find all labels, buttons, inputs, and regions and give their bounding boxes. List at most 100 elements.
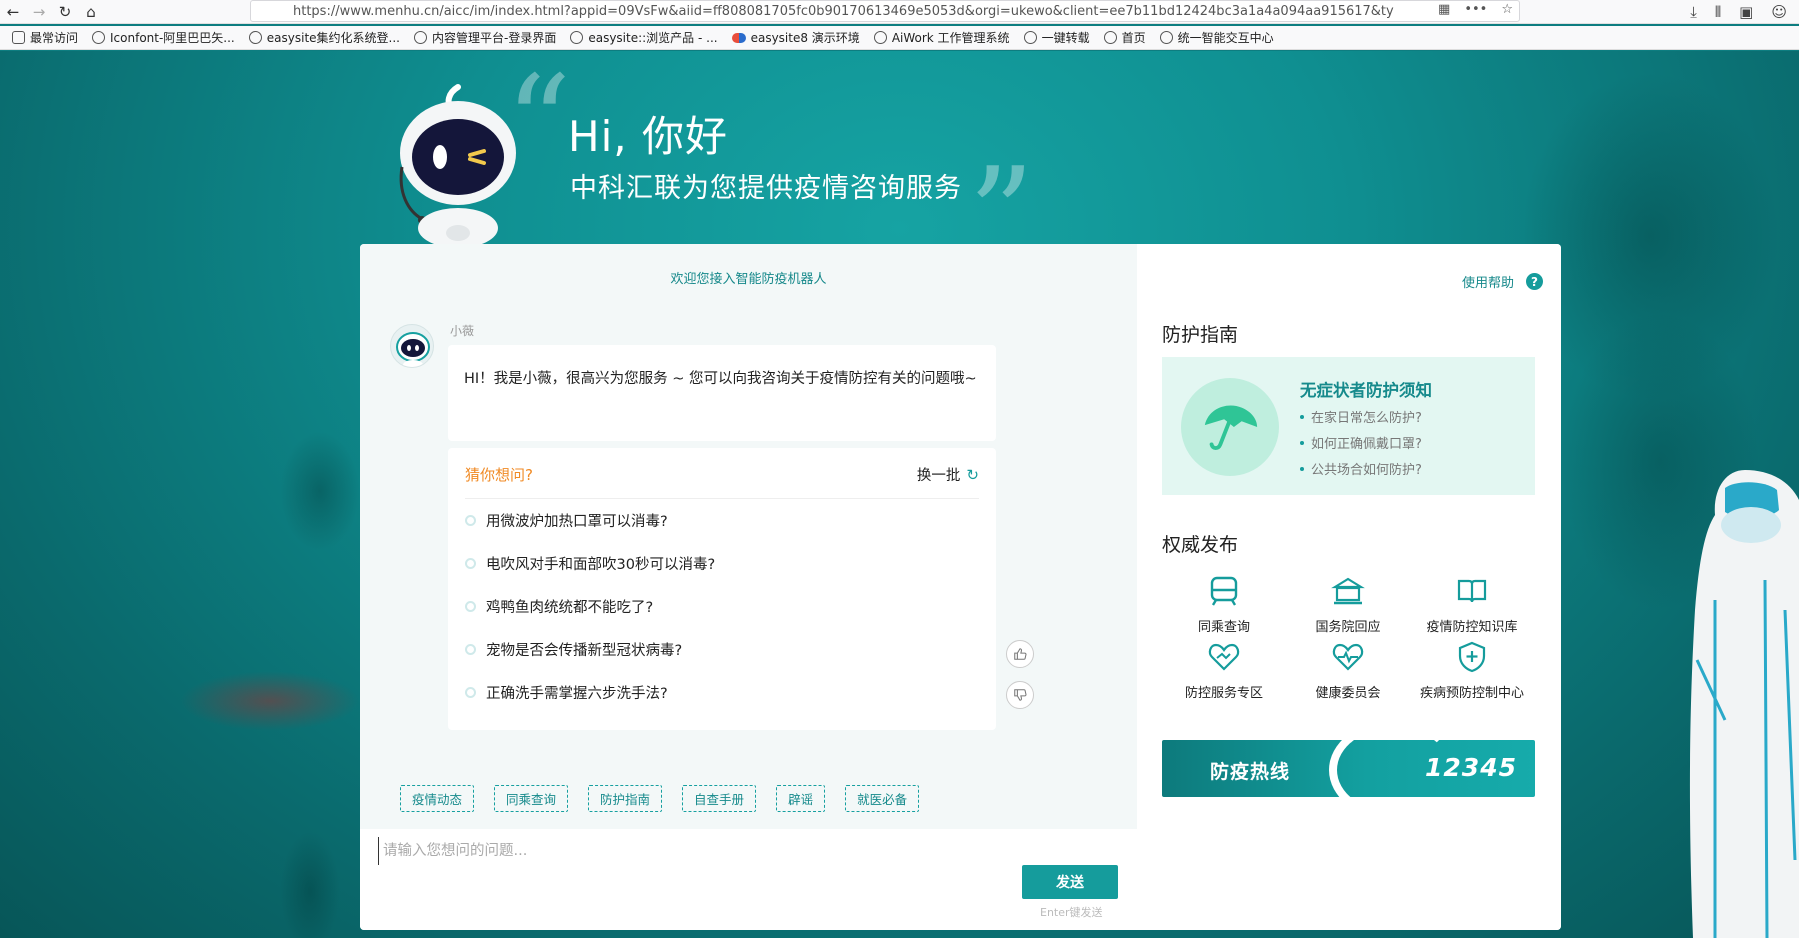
refresh-icon: ↻ [966,465,979,484]
authority-item-train[interactable]: 同乘查询 [1162,574,1286,635]
gear-icon [12,31,25,44]
send-hint: Enter键发送 [1040,906,1103,919]
quick-tags: 疫情动态 同乘查询 防护指南 自查手册 辟谣 就医必备 [400,785,920,812]
thumbs-down-button[interactable] [1006,681,1034,709]
forward-icon[interactable]: → [26,0,52,24]
qr-code-icon[interactable]: ▦ [1438,2,1450,17]
suggested-question[interactable]: 电吹风对手和面部吹30秒可以消毒? [465,553,715,574]
refresh-button[interactable]: 换一批 ↻ [917,464,979,485]
hotline-number: 12345 [1425,753,1517,782]
shield-plus-icon [1458,641,1486,673]
back-icon[interactable]: ← [0,0,26,24]
suggested-question[interactable]: 鸡鸭鱼肉统统都不能吃了? [465,596,653,617]
bookmark-item[interactable]: easysite8 演示环境 [731,29,860,46]
globe-icon [873,31,887,44]
bullet-ring-icon [465,515,476,526]
help-icon: ? [1526,273,1543,290]
quick-tag[interactable]: 自查手册 [682,785,757,812]
reload-icon[interactable]: ↻ [52,0,78,24]
quick-tag[interactable]: 就医必备 [845,785,920,812]
globe-icon [1023,31,1037,44]
quick-tag[interactable]: 防护指南 [588,785,663,812]
bot-avatar [390,324,434,368]
quote-open-icon: “ [505,47,572,199]
globe-icon [570,31,584,44]
building-icon [1331,577,1365,605]
background-texture [280,431,360,551]
hotline-banner[interactable]: 防疫热线 12345 [1162,740,1535,797]
globe-icon [248,31,262,44]
guide-link[interactable]: 公共场合如何防护? [1300,459,1422,478]
thumbs-up-button[interactable] [1006,640,1034,668]
star-icon[interactable]: ☆ [1501,2,1513,17]
library-icon[interactable]: ⫴ [1715,3,1721,21]
guide-card[interactable]: 无症状者防护须知 在家日常怎么防护? 如何正确佩戴口罩? 公共场合如何防护? [1162,357,1535,495]
welcome-text: 欢迎您接入智能防疫机器人 [670,272,827,287]
bullet-ring-icon [465,601,476,612]
browser-toolbar: ← → ↻ ⌂ https://www.menhu.cn/aicc/im/ind… [0,0,1799,24]
heart-pulse-icon [1332,643,1364,671]
bot-message: HI！我是小薇，很高兴为您服务 ~ 您可以向我咨询关于疫情防控有关的问题哦~ [448,345,996,441]
bookmark-item[interactable]: easysite集约化系统登... [248,29,400,46]
thumbs-up-icon [1014,648,1027,660]
background-texture [280,831,340,938]
quick-tag[interactable]: 同乘查询 [494,785,569,812]
send-button[interactable]: 发送 [1022,865,1118,899]
chat-panel: 欢迎您接入智能防疫机器人 小薇 HI！我是小薇，很高兴为您服务 ~ 您可以向我咨… [360,244,1561,930]
question-input[interactable] [378,837,1118,865]
handshake-heart-icon [1208,643,1240,671]
quick-tag[interactable]: 疫情动态 [400,785,475,812]
download-icon[interactable]: ⤓ [1690,3,1697,21]
background-red-text [180,671,360,731]
bullet-ring-icon [465,687,476,698]
guide-heading: 防护指南 [1162,324,1239,346]
help-link[interactable]: 使用帮助 ? [1462,272,1543,291]
suggested-questions-card: 猜你想问? 换一批 ↻ 用微波炉加热口罩可以消毒? 电吹风对手和面部吹30秒可以… [448,448,996,730]
train-icon [1210,576,1238,606]
authority-item-service-zone[interactable]: 防控服务专区 [1162,640,1286,701]
suggested-question[interactable]: 正确洗手需掌握六步洗手法? [465,682,668,703]
authority-item-health-commission[interactable]: 健康委员会 [1286,640,1410,701]
globe-icon [1159,31,1173,44]
address-bar[interactable]: https://www.menhu.cn/aicc/im/index.html?… [250,0,1520,22]
bookmark-item[interactable]: easysite::浏览产品 - ... [570,29,718,46]
authority-item-cdc[interactable]: 疾病预防控制中心 [1410,640,1534,701]
suggested-question[interactable]: 用微波炉加热口罩可以消毒? [465,510,668,531]
globe-icon [413,31,427,44]
authority-heading: 权威发布 [1162,534,1239,556]
quick-tag[interactable]: 辟谣 [776,785,826,812]
guide-title: 无症状者防护须知 [1300,381,1432,400]
easysite-logo-icon [731,32,746,43]
input-area: 发送 Enter键发送 [360,829,1137,930]
hero-title: Hi, 你好 [568,112,728,161]
bullet-ring-icon [465,558,476,569]
bookmark-item[interactable]: 内容管理平台-登录界面 [413,29,556,46]
more-icon[interactable]: ••• [1464,2,1487,17]
guess-title: 猜你想问? [465,466,533,484]
globe-icon [1103,31,1117,44]
hero-subtitle: 中科汇联为您提供疫情咨询服务 [570,173,962,204]
bookmark-item[interactable]: AiWork 工作管理系统 [873,29,1010,46]
sidebar: 使用帮助 ? 防护指南 无症状者防护须知 在家日常怎么防护? 如何正确佩戴口罩?… [1137,244,1561,930]
bot-name: 小薇 [450,324,475,338]
globe-icon [92,31,106,44]
account-icon[interactable]: ☺ [1771,3,1787,21]
bookmark-item[interactable]: 最常访问 [12,29,78,46]
umbrella-icon [1181,378,1279,476]
bookmark-item[interactable]: 首页 [1103,29,1146,46]
medical-worker-illustration [1689,470,1799,938]
bookmark-item[interactable]: 统一智能交互中心 [1159,29,1274,46]
divider [465,498,979,499]
guide-link[interactable]: 在家日常怎么防护? [1300,407,1422,426]
bookmark-item[interactable]: 一键转载 [1023,29,1090,46]
url-text[interactable]: https://www.menhu.cn/aicc/im/index.html?… [259,4,1439,19]
guide-link[interactable]: 如何正确佩戴口罩? [1300,433,1422,452]
authority-item-state-council[interactable]: 国务院回应 [1286,574,1410,635]
home-icon[interactable]: ⌂ [78,0,104,24]
bookmarks-bar: 最常访问 Iconfont-阿里巴巴矢... easysite集约化系统登...… [0,26,1799,50]
authority-item-knowledge-base[interactable]: 疫情防控知识库 [1410,574,1534,635]
suggested-question[interactable]: 宠物是否会传播新型冠状病毒? [465,639,682,660]
bookmark-item[interactable]: Iconfont-阿里巴巴矢... [92,29,235,46]
book-icon [1457,579,1487,603]
sidebar-icon[interactable]: ▣ [1739,3,1753,21]
